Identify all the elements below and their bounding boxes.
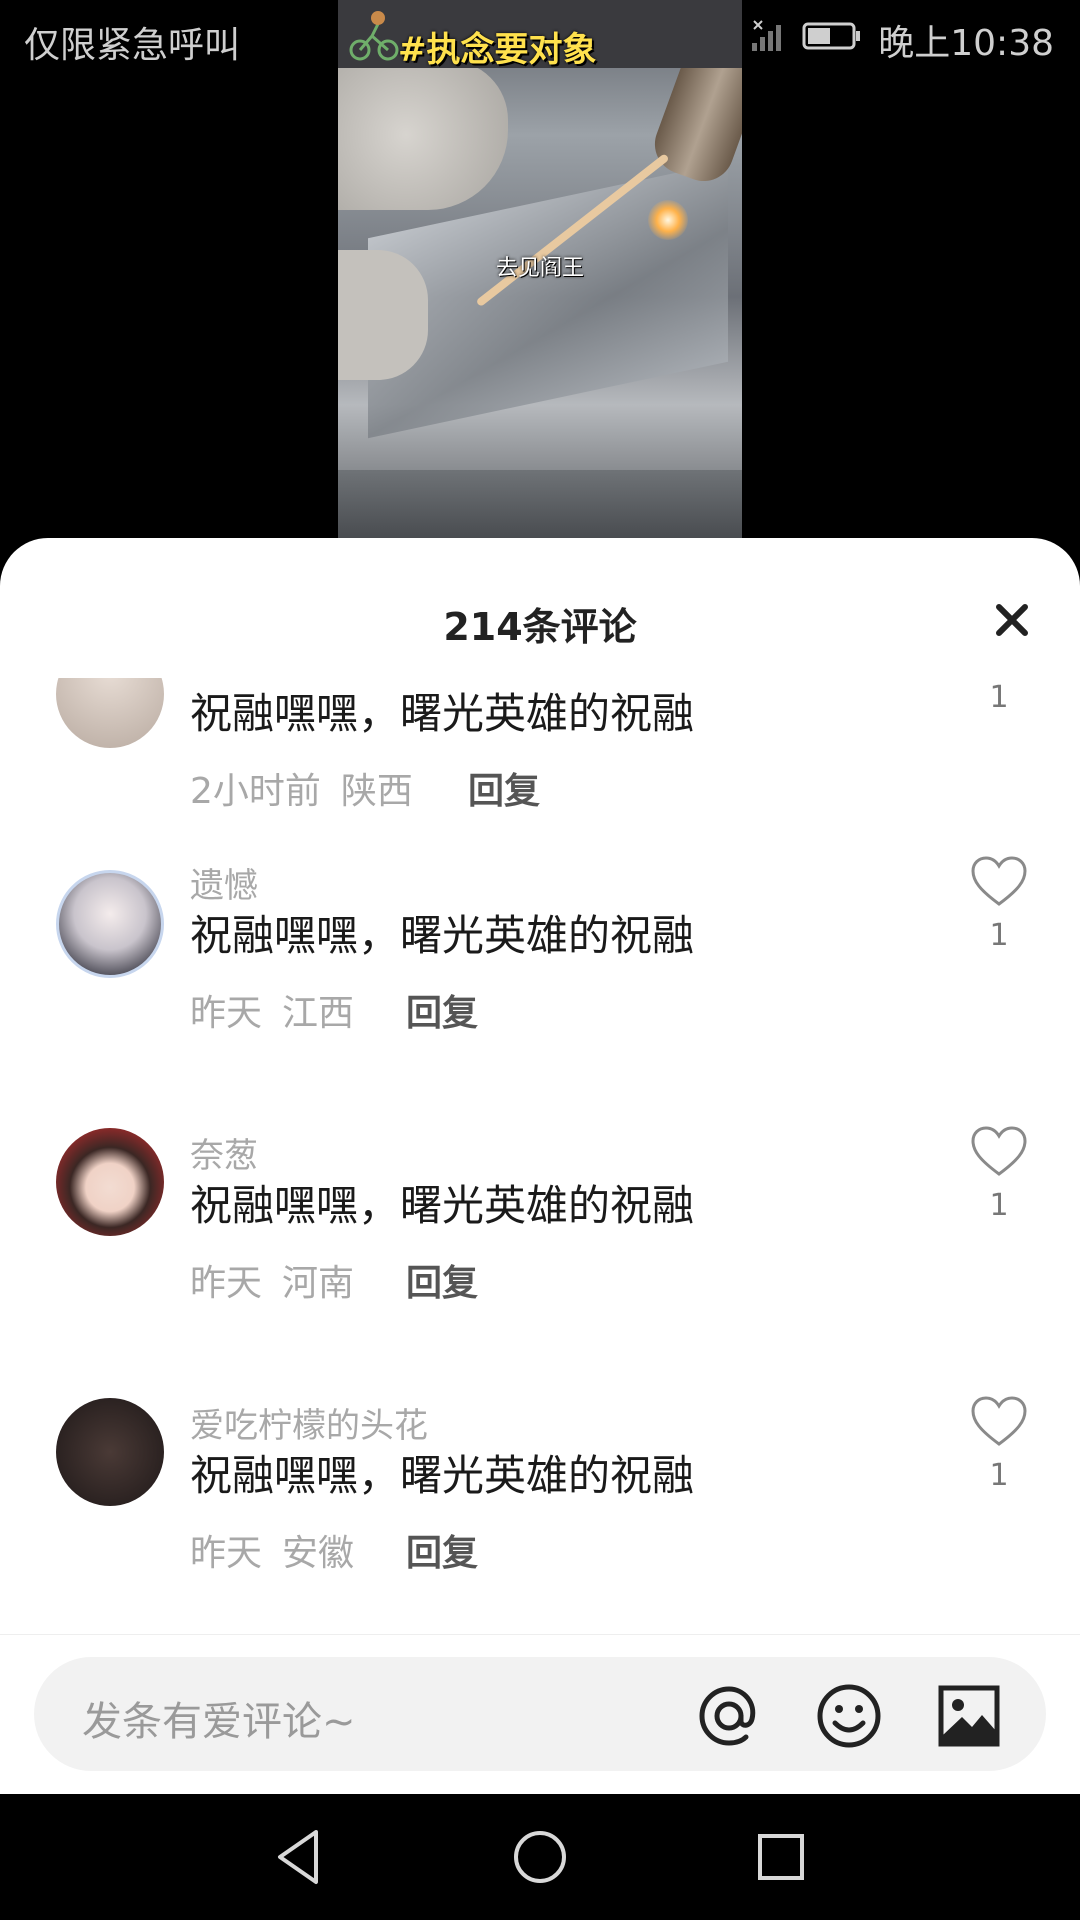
comment-input-placeholder: 发条有爱评论~: [82, 1699, 356, 1745]
like-count: 1: [989, 918, 1009, 953]
image-icon[interactable]: [934, 1681, 1004, 1751]
comment-input-bar: 发条有爱评论~: [0, 1634, 1080, 1794]
avatar[interactable]: [56, 1398, 164, 1506]
comment-username[interactable]: 奈葱: [190, 1128, 258, 1177]
close-button[interactable]: [988, 596, 1036, 644]
heart-icon[interactable]: [970, 856, 1028, 908]
comment-meta: 昨天 江西: [190, 984, 354, 1036]
comment-location: 安徽: [282, 1533, 355, 1574]
heart-icon[interactable]: [970, 1396, 1028, 1448]
video-frame-glove: [338, 60, 508, 210]
avatar[interactable]: [56, 870, 164, 978]
comment-item: 爱吃柠檬的头花 祝融嘿嘿，曙光英雄的祝融 昨天 安徽 回复 1: [0, 1396, 1080, 1668]
home-icon[interactable]: [507, 1824, 573, 1890]
comment-text: 祝融嘿嘿，曙光英雄的祝融: [190, 1181, 695, 1230]
video-caption: 去见阎王: [496, 256, 585, 281]
comments-header: 214条评论: [0, 538, 1080, 649]
carrier-text: 仅限紧急呼叫: [24, 25, 241, 66]
reply-button[interactable]: 回复: [406, 984, 478, 1036]
video-hashtag: #执念要对象: [398, 30, 597, 70]
comment-meta: 昨天 安徽: [190, 1524, 354, 1576]
comment-meta: 2小时前 陕西: [190, 762, 413, 814]
status-icons: 晚上10:38: [694, 14, 1054, 66]
comment-time: 昨天: [190, 1533, 263, 1574]
comment-text: 祝融嘿嘿，曙光英雄的祝融: [190, 911, 695, 960]
video-frame-glove-lower: [338, 250, 428, 380]
clock: 晚上10:38: [878, 23, 1054, 64]
comments-title: 214条评论: [443, 605, 637, 649]
reply-button[interactable]: 回复: [406, 1254, 478, 1306]
comment-time: 昨天: [190, 993, 263, 1034]
recents-icon[interactable]: [748, 1824, 814, 1890]
avatar[interactable]: [56, 678, 164, 748]
comment-list[interactable]: 祝融嘿嘿，曙光英雄的祝融 2小时前 陕西 回复 1 遗憾 祝融嘿嘿，曙光英雄的祝…: [0, 678, 1080, 1678]
comment-time: 昨天: [190, 1263, 263, 1304]
comment-item: 遗憾 祝融嘿嘿，曙光英雄的祝融 昨天 江西 回复 1: [0, 856, 1080, 1128]
emoji-icon[interactable]: [814, 1681, 884, 1751]
comment-time: 2小时前: [190, 771, 321, 812]
bike-sticker-icon: [349, 11, 399, 61]
signal-icon: [750, 19, 786, 62]
comment-meta: 昨天 河南: [190, 1254, 354, 1306]
heart-icon[interactable]: [970, 1126, 1028, 1178]
comment-username[interactable]: 爱吃柠檬的头花: [190, 1398, 428, 1447]
comment-location: 江西: [282, 993, 355, 1034]
video-bottom-band: [338, 470, 742, 540]
comment-item: 奈葱 祝融嘿嘿，曙光英雄的祝融 昨天 河南 回复 1: [0, 1126, 1080, 1398]
like-count: 1: [989, 1188, 1009, 1223]
close-icon: [996, 604, 1028, 636]
video-frame-spark: [648, 200, 688, 240]
like-count: 1: [989, 680, 1009, 715]
at-icon[interactable]: [694, 1681, 764, 1751]
system-nav-bar: [0, 1794, 1080, 1920]
back-icon[interactable]: [266, 1824, 332, 1890]
battery-icon: [802, 20, 862, 61]
reply-button[interactable]: 回复: [468, 762, 540, 814]
avatar[interactable]: [56, 1128, 164, 1236]
comment-location: 河南: [282, 1263, 355, 1304]
comment-item: 祝融嘿嘿，曙光英雄的祝融 2小时前 陕西 回复 1: [0, 678, 1080, 858]
like-count: 1: [989, 1458, 1009, 1493]
comment-text: 祝融嘿嘿，曙光英雄的祝融: [190, 1451, 695, 1500]
comment-location: 陕西: [340, 771, 413, 812]
comment-input[interactable]: 发条有爱评论~: [34, 1657, 1046, 1771]
video-player[interactable]: #执念要对象 去见阎王: [338, 0, 742, 540]
reply-button[interactable]: 回复: [406, 1524, 478, 1576]
comment-text: 祝融嘿嘿，曙光英雄的祝融: [190, 689, 695, 738]
comment-username[interactable]: 遗憾: [190, 858, 258, 907]
comments-sheet: 214条评论 祝融嘿嘿，曙光英雄的祝融 2小时前 陕西 回复 1 遗憾 祝融嘿嘿…: [0, 538, 1080, 1794]
